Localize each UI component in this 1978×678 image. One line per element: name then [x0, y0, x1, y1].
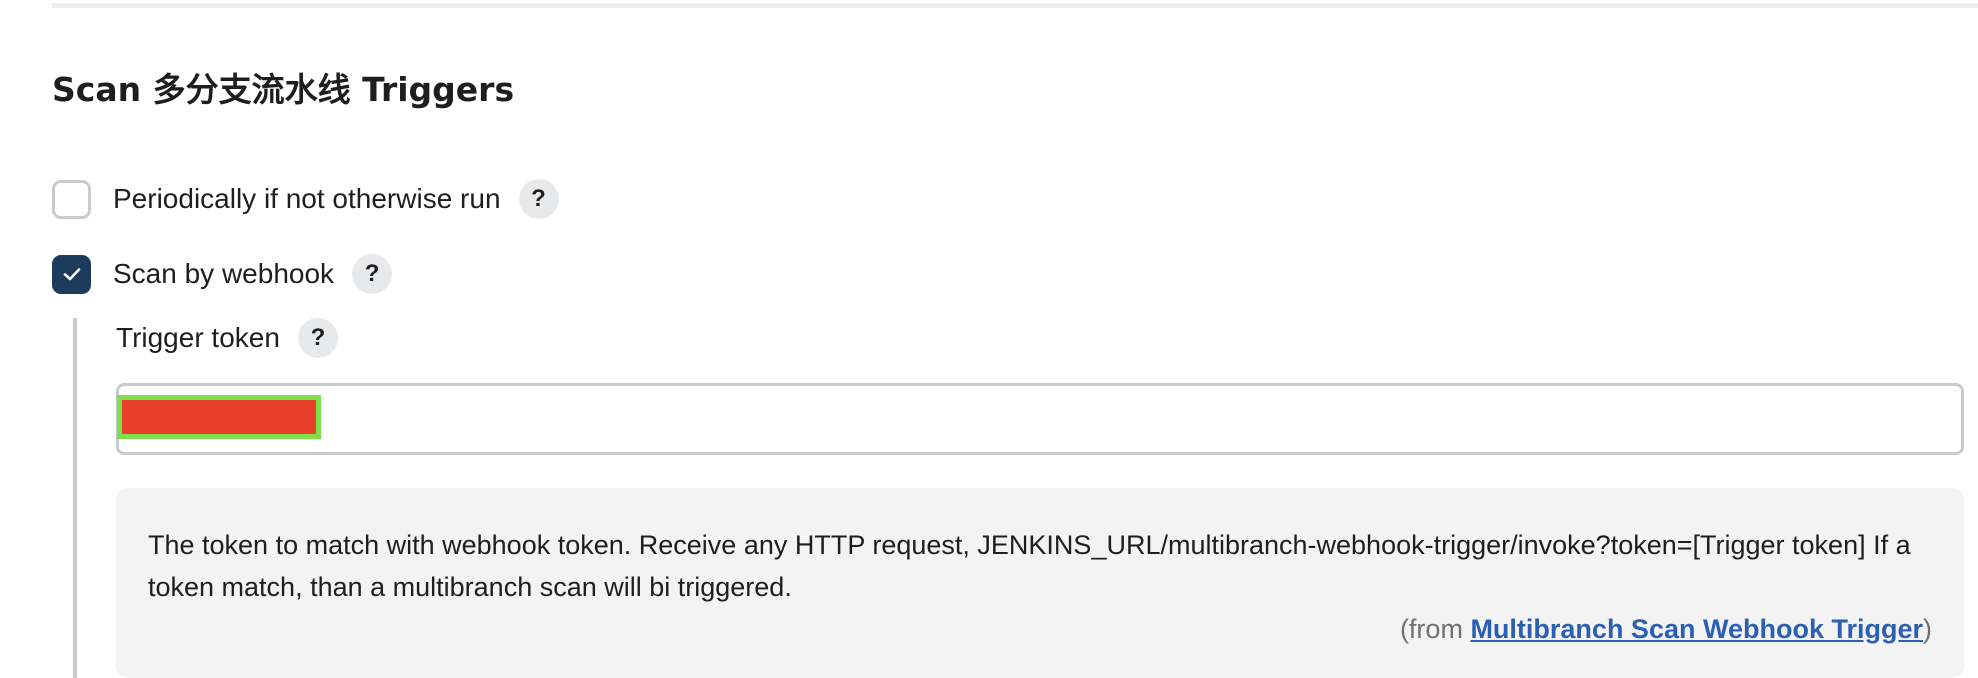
trigger-token-label-row: Trigger token ?	[116, 318, 338, 358]
help-source-suffix: )	[1923, 614, 1932, 644]
plugin-link[interactable]: Multibranch Scan Webhook Trigger	[1470, 614, 1923, 644]
trigger-token-label: Trigger token	[116, 322, 280, 353]
help-icon[interactable]: ?	[518, 179, 559, 219]
help-icon[interactable]: ?	[297, 318, 338, 358]
help-text: The token to match with webhook token. R…	[148, 530, 1911, 602]
section-divider	[52, 3, 1978, 8]
scan-by-webhook-checkbox[interactable]	[52, 254, 91, 294]
checkmark-icon	[63, 268, 80, 281]
help-icon[interactable]: ?	[352, 254, 393, 294]
section-title: Scan 多分支流水线 Triggers	[52, 70, 515, 109]
periodically-checkbox[interactable]	[52, 179, 91, 219]
redacted-token-value	[117, 395, 321, 439]
trigger-periodically-row: Periodically if not otherwise run ?	[52, 179, 559, 219]
trigger-webhook-row: Scan by webhook ?	[52, 254, 393, 294]
help-source: (from Multibranch Scan Webhook Trigger)	[148, 608, 1932, 650]
nested-options-rule	[73, 318, 77, 678]
scan-by-webhook-label[interactable]: Scan by webhook	[113, 258, 334, 290]
help-box: The token to match with webhook token. R…	[116, 488, 1964, 678]
periodically-label[interactable]: Periodically if not otherwise run	[113, 183, 501, 215]
trigger-token-input[interactable]	[116, 383, 1964, 455]
help-source-prefix: (from	[1399, 614, 1471, 644]
